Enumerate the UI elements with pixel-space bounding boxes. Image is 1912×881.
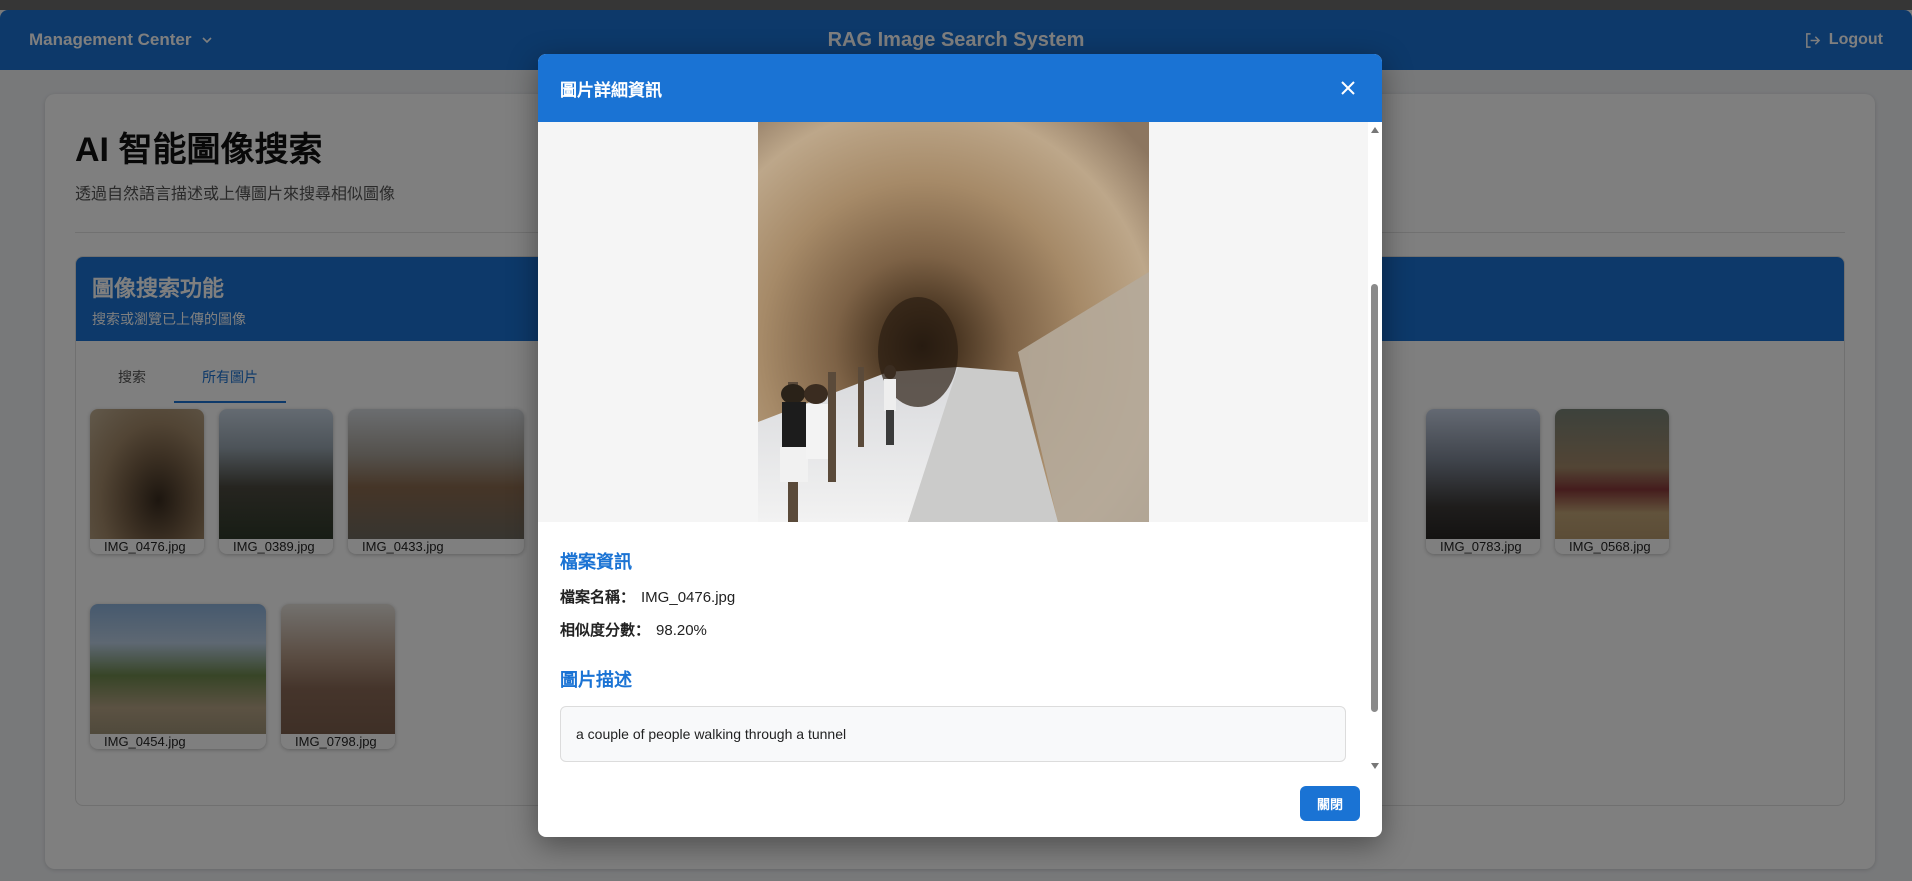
similarity-value: 98.20% [656,622,707,639]
description-box: a couple of people walking through a tun… [560,706,1346,762]
scroll-down-arrow-icon[interactable] [1371,763,1379,769]
modal-header: 圖片詳細資訊 [538,54,1382,122]
modal-body: 檔案資訊 檔案名稱： IMG_0476.jpg 相似度分數： 98.20% 圖片描述… [538,122,1368,762]
close-icon [1341,81,1355,95]
filename-row: 檔案名稱： IMG_0476.jpg [560,586,1346,607]
image-preview [758,122,1149,522]
description-heading: 圖片描述 [560,670,632,690]
scrollbar-thumb[interactable] [1371,284,1378,712]
scroll-up-arrow-icon[interactable] [1371,127,1379,133]
close-icon-button[interactable] [1336,76,1360,100]
modal-title: 圖片詳細資訊 [560,80,662,100]
file-info-heading: 檔案資訊 [560,552,632,572]
image-detail-modal: 圖片詳細資訊 檔案資訊 檔案名稱： IMG_0476.jpg 相似度分數： 98… [538,54,1382,837]
filename-value: IMG_0476.jpg [641,589,736,606]
similarity-label: 相似度分數： [560,622,651,639]
image-preview-area [538,122,1368,522]
close-button[interactable]: 關閉 [1300,786,1360,821]
modal-scrollbar[interactable] [1368,122,1382,774]
filename-label: 檔案名稱： [560,589,636,606]
modal-footer: 關閉 [1300,786,1360,821]
similarity-row: 相似度分數： 98.20% [560,619,1346,640]
file-info-panel: 檔案資訊 檔案名稱： IMG_0476.jpg 相似度分數： 98.20% 圖片描述… [538,548,1368,762]
